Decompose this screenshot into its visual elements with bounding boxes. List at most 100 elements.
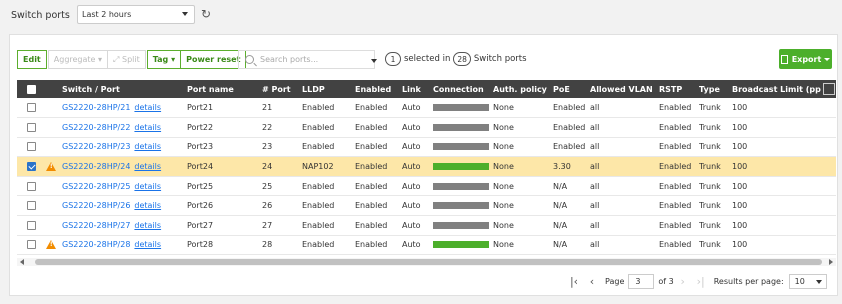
switch-port-link[interactable]: GS2220-28HP/28 xyxy=(62,240,130,249)
table-row[interactable]: GS2220-28HP/27 details Port27 27 Enabled Enab… xyxy=(17,215,836,236)
connection-cell xyxy=(433,215,493,236)
refresh-icon[interactable]: ↻ xyxy=(198,6,214,22)
column-header[interactable]: Port name xyxy=(187,80,262,98)
column-header[interactable]: Broadcast Limit (pp xyxy=(732,80,836,98)
split-button[interactable]: ⤢ Split xyxy=(107,50,146,69)
column-header[interactable]: RSTP xyxy=(659,80,699,98)
auth-policy-cell: None xyxy=(493,137,553,158)
power-reset-button[interactable]: Power reset xyxy=(180,50,247,69)
row-checkbox[interactable] xyxy=(27,142,36,152)
edit-button[interactable]: Edit xyxy=(17,50,47,69)
column-header[interactable]: # Port xyxy=(262,80,302,98)
rstp-cell: Enabled xyxy=(659,215,699,236)
tag-button[interactable]: Tag ▾ xyxy=(146,50,182,69)
switch-port-link[interactable]: GS2220-28HP/25 xyxy=(62,182,130,191)
connection-bar xyxy=(433,221,489,229)
details-link[interactable]: details xyxy=(134,123,161,132)
details-link[interactable]: details xyxy=(134,182,161,191)
total-label: Switch ports xyxy=(473,54,527,64)
page-input[interactable]: 3 xyxy=(628,273,655,289)
column-header[interactable]: Connection xyxy=(433,80,493,98)
rstp-cell: Enabled xyxy=(659,98,699,119)
table-row[interactable]: GS2220-28HP/26 details Port26 26 Enabled Enab… xyxy=(17,195,836,217)
row-checkbox[interactable] xyxy=(27,240,36,250)
column-header[interactable]: Auth. policy xyxy=(493,80,553,98)
switch-port-link[interactable]: GS2220-28HP/26 xyxy=(62,201,130,210)
broadcast-limit-cell: 100 xyxy=(732,176,836,197)
link-cell: Auto xyxy=(402,98,433,119)
export-label: Export xyxy=(791,54,822,64)
row-checkbox[interactable] xyxy=(27,220,36,230)
allowed-vlan-cell: all xyxy=(590,117,659,138)
scroll-right-icon[interactable] xyxy=(829,259,833,265)
row-checkbox[interactable] xyxy=(27,201,36,211)
details-link[interactable]: details xyxy=(134,201,161,210)
details-link[interactable]: details xyxy=(134,103,161,112)
table-row[interactable]: GS2220-28HP/21 details Port21 21 Enabled Enab… xyxy=(17,98,836,119)
split-label: Split xyxy=(121,55,140,64)
switch-port-link[interactable]: GS2220-28HP/23 xyxy=(62,142,130,151)
first-page-icon[interactable]: |‹ xyxy=(565,275,583,288)
table-row[interactable]: GS2220-28HP/28detailsPort2828EnabledEnab… xyxy=(17,235,836,256)
row-checkbox[interactable] xyxy=(27,162,36,172)
horizontal-scrollbar[interactable] xyxy=(17,258,836,266)
column-header[interactable]: Link xyxy=(402,80,433,98)
switch-port-link[interactable]: GS2220-28HP/24 xyxy=(62,162,130,171)
connection-bar xyxy=(433,182,489,190)
column-header[interactable]: LLDP xyxy=(302,80,355,98)
column-header[interactable]: Type xyxy=(699,80,732,98)
switch-port-link[interactable]: GS2220-28HP/22 xyxy=(62,123,130,132)
broadcast-limit-cell: 100 xyxy=(732,215,836,236)
column-header[interactable]: Allowed VLAN xyxy=(590,80,659,98)
table-row[interactable]: GS2220-28HP/23 details Port23 23 Enabled Enab… xyxy=(17,137,836,158)
auth-policy-cell: None xyxy=(493,235,553,256)
time-range-select[interactable]: Last 2 hours xyxy=(77,5,195,24)
page-of-label: of 3 xyxy=(658,276,674,286)
switch-port-link[interactable]: GS2220-28HP/21 xyxy=(62,103,130,112)
last-page-icon[interactable]: ›| xyxy=(692,275,710,288)
broadcast-limit-cell: 100 xyxy=(732,117,836,138)
chevron-down-icon: ▾ xyxy=(171,55,176,64)
rstp-cell: Enabled xyxy=(659,235,699,256)
switch-port-cell: GS2220-28HP/25 details xyxy=(62,176,187,197)
export-button[interactable]: Export xyxy=(779,49,832,69)
port-name-cell: Port25 xyxy=(187,176,262,197)
details-link[interactable]: details xyxy=(134,162,161,171)
port-number-cell: 26 xyxy=(262,195,302,217)
search-input[interactable]: Search ports... xyxy=(238,50,375,69)
prev-page-icon[interactable]: ‹ xyxy=(583,275,601,288)
table-row[interactable]: GS2220-28HP/24detailsPort2424NAP102Enabl… xyxy=(17,156,836,177)
toolbar: Edit Aggregate ▾ ⤢ Split Tag ▾ Power res… xyxy=(17,50,247,69)
warning-cell xyxy=(41,137,62,158)
rstp-cell: Enabled xyxy=(659,117,699,138)
details-link[interactable]: details xyxy=(134,142,161,151)
scrollbar-thumb[interactable] xyxy=(35,259,822,265)
row-checkbox[interactable] xyxy=(27,122,36,132)
document-icon xyxy=(780,54,788,64)
poe-cell: 3.30 xyxy=(553,156,590,177)
aggregate-button[interactable]: Aggregate ▾ xyxy=(47,50,109,69)
row-select-cell xyxy=(17,235,41,256)
switch-port-link[interactable]: GS2220-28HP/27 xyxy=(62,221,130,230)
table-row[interactable]: GS2220-28HP/25 details Port25 25 Enabled Enab… xyxy=(17,176,836,197)
row-checkbox[interactable] xyxy=(27,103,36,113)
auth-policy-cell: None xyxy=(493,176,553,197)
selection-info: 1 selected in 28 Switch ports xyxy=(382,52,527,66)
column-settings-icon[interactable] xyxy=(823,83,835,95)
select-all-checkbox[interactable] xyxy=(27,84,36,94)
connection-cell xyxy=(433,117,493,138)
column-header[interactable]: PoE xyxy=(553,80,590,98)
details-link[interactable]: details xyxy=(134,221,161,230)
search-dropdown-icon[interactable] xyxy=(371,59,377,63)
details-link[interactable]: details xyxy=(134,240,161,249)
rstp-cell: Enabled xyxy=(659,156,699,177)
column-header[interactable]: Enabled xyxy=(355,80,402,98)
auth-policy-cell: None xyxy=(493,215,553,236)
table-row[interactable]: GS2220-28HP/22 details Port22 22 Enabled Enab… xyxy=(17,117,836,138)
next-page-icon[interactable]: › xyxy=(674,275,692,288)
row-checkbox[interactable] xyxy=(27,181,36,191)
results-per-page-select[interactable]: 10 xyxy=(788,273,827,289)
scroll-left-icon[interactable] xyxy=(20,259,24,265)
allowed-vlan-cell: all xyxy=(590,195,659,217)
column-header[interactable]: Switch / Port xyxy=(62,80,187,98)
